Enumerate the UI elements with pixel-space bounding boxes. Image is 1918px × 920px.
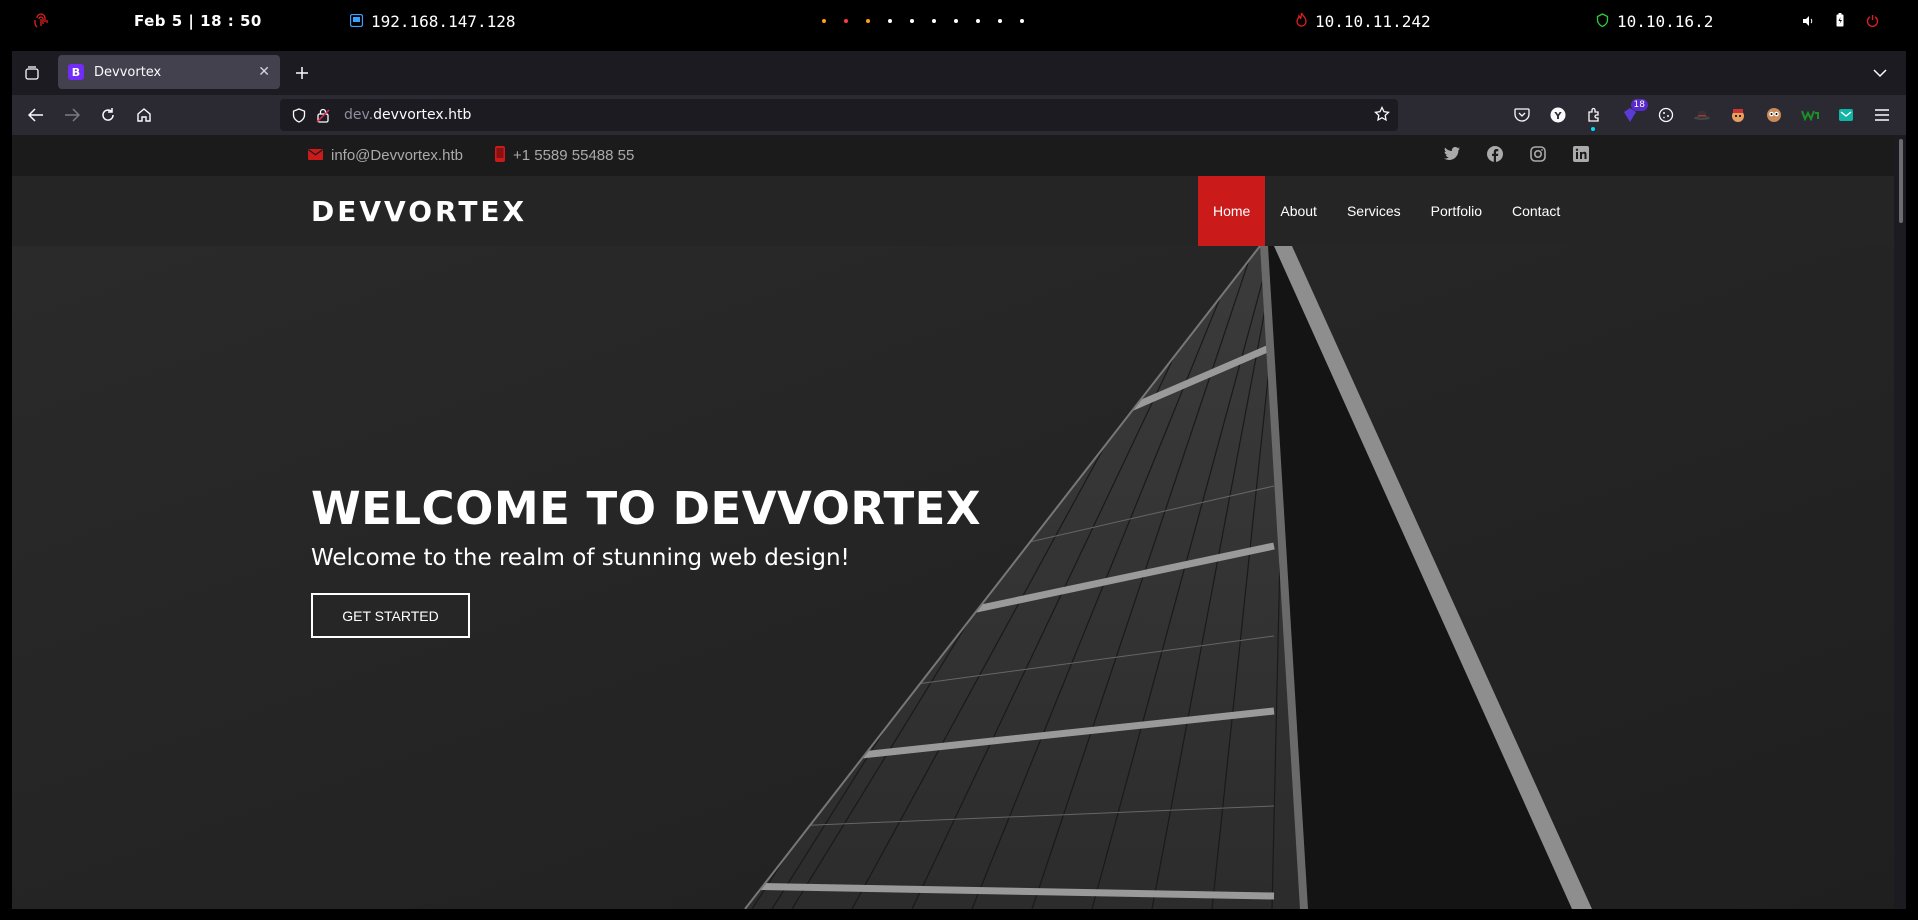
power-icon[interactable] — [1866, 12, 1879, 31]
clock: Feb 5 | 18 : 50 — [134, 12, 262, 30]
battery-icon[interactable] — [1836, 12, 1844, 31]
vpn-ip-text: 10.10.16.2 — [1617, 11, 1714, 31]
url-subdomain: dev. — [344, 107, 374, 123]
network-icon — [349, 12, 364, 31]
local-ip: 192.168.147.128 — [349, 0, 516, 42]
nav-portfolio[interactable]: Portfolio — [1416, 176, 1497, 246]
hero-content: WELCOME TO DEVVORTEX Welcome to the real… — [311, 481, 981, 638]
phone-icon — [494, 145, 505, 166]
tracking-shield-icon[interactable] — [290, 106, 308, 124]
extension-badge: 18 — [1630, 99, 1648, 111]
extensions-puzzle-icon[interactable] — [1582, 103, 1606, 131]
list-all-tabs-button[interactable] — [1868, 61, 1892, 85]
hero-subtitle: Welcome to the realm of stunning web des… — [311, 545, 850, 571]
workspace-dot[interactable] — [976, 19, 980, 23]
home-button[interactable] — [130, 101, 158, 129]
tab-strip: B Devvortex ✕ — [12, 51, 1906, 95]
workspace-dot[interactable] — [844, 19, 848, 23]
owl-extension-icon[interactable] — [1762, 103, 1786, 127]
bookmark-star-icon[interactable] — [1374, 105, 1390, 126]
facebook-icon[interactable] — [1487, 145, 1503, 166]
hero-section: WELCOME TO DEVVORTEX Welcome to the real… — [12, 246, 1894, 909]
wappalyzer-extension-icon[interactable] — [1798, 103, 1822, 127]
address-bar[interactable]: dev.devvortex.htb — [280, 99, 1398, 131]
yandex-extension-icon[interactable]: Y — [1546, 103, 1570, 127]
back-button[interactable] — [22, 101, 50, 129]
workspace-dot[interactable] — [1020, 19, 1024, 23]
workspace-dot[interactable] — [822, 19, 826, 23]
svg-text:Y: Y — [1553, 111, 1562, 122]
target-ip: 10.10.11.242 — [1296, 0, 1431, 42]
social-links — [1444, 135, 1589, 176]
vpn-ip: 10.10.16.2 — [1596, 0, 1713, 42]
workspace-dot[interactable] — [866, 19, 870, 23]
forward-button[interactable] — [58, 101, 86, 129]
volume-icon[interactable] — [1802, 12, 1814, 31]
mail-extension-icon[interactable] — [1834, 103, 1858, 127]
tab-active[interactable]: B Devvortex ✕ — [58, 55, 280, 89]
scrollbar-thumb[interactable] — [1899, 139, 1903, 223]
insecure-lock-icon[interactable] — [314, 106, 332, 124]
nav-about[interactable]: About — [1265, 176, 1332, 246]
contact-email[interactable]: info@Devvortex.htb — [331, 147, 463, 164]
local-ip-text: 192.168.147.128 — [371, 11, 516, 31]
workspace-dot[interactable] — [888, 19, 892, 23]
nav-toolbar: dev.devvortex.htb Y 18 — [12, 95, 1906, 135]
page-scrollbar[interactable] — [1894, 135, 1906, 909]
workspace-dot[interactable] — [932, 19, 936, 23]
arrow-left-icon — [28, 108, 43, 122]
avatar-extension-icon[interactable] — [1726, 103, 1750, 127]
new-tab-button[interactable] — [290, 61, 314, 85]
nav-services[interactable]: Services — [1332, 176, 1416, 246]
site-topbar: info@Devvortex.htb +1 5589 55488 55 — [12, 135, 1894, 176]
hero-title: WELCOME TO DEVVORTEX — [311, 482, 982, 535]
plus-icon — [296, 67, 308, 79]
ublock-extension-icon[interactable]: 18 — [1618, 99, 1648, 127]
tab-title: Devvortex — [94, 64, 162, 80]
hat-extension-icon[interactable] — [1690, 103, 1714, 127]
get-started-button[interactable]: GET STARTED — [311, 593, 470, 638]
contact-phone: +1 5589 55488 55 — [512, 147, 635, 164]
arrow-right-icon — [65, 108, 80, 122]
tab-list-button[interactable] — [18, 59, 46, 87]
reload-button[interactable] — [94, 101, 122, 129]
chevron-down-icon — [1873, 69, 1887, 78]
instagram-icon[interactable] — [1530, 145, 1546, 166]
workspace-dot[interactable] — [998, 19, 1002, 23]
pocket-icon[interactable] — [1510, 103, 1534, 127]
cookie-editor-icon[interactable] — [1654, 103, 1678, 127]
site-logo[interactable]: DEVVORTEX — [311, 176, 527, 246]
nav-contact[interactable]: Contact — [1497, 176, 1575, 246]
browser-window: B Devvortex ✕ dev.devvortex.htb Y 18 inf… — [12, 51, 1906, 909]
close-tab-icon[interactable]: ✕ — [258, 64, 270, 80]
contact-info: info@Devvortex.htb +1 5589 55488 55 — [308, 135, 634, 176]
flame-icon — [1296, 12, 1307, 31]
shield-check-icon — [1596, 12, 1609, 31]
target-ip-text: 10.10.11.242 — [1315, 11, 1431, 31]
site-header: DEVVORTEX Home About Services Portfolio … — [12, 176, 1894, 246]
twitter-icon[interactable] — [1444, 146, 1460, 164]
linkedin-icon[interactable] — [1573, 145, 1589, 166]
notification-dot — [1591, 127, 1595, 131]
main-nav: Home About Services Portfolio Contact — [1198, 176, 1575, 246]
reload-icon — [102, 108, 114, 121]
workspace-dot[interactable] — [954, 19, 958, 23]
system-tray — [1802, 0, 1879, 42]
tabs-icon — [25, 66, 39, 80]
bootstrap-favicon-icon: B — [68, 64, 84, 80]
fingerprint-icon[interactable] — [34, 0, 48, 42]
system-bar: Feb 5 | 18 : 50 192.168.147.128 10.10.11… — [0, 0, 1918, 42]
nav-home[interactable]: Home — [1198, 176, 1266, 246]
workspace-dot[interactable] — [910, 19, 914, 23]
envelope-icon — [308, 147, 323, 164]
workspace-indicators[interactable] — [822, 0, 1024, 42]
home-icon — [137, 108, 151, 122]
url-text[interactable]: dev.devvortex.htb — [344, 107, 471, 123]
hamburger-menu-icon[interactable] — [1870, 103, 1894, 127]
page-viewport: info@Devvortex.htb +1 5589 55488 55 DEVV… — [12, 135, 1906, 909]
url-domain: devvortex.htb — [373, 107, 472, 123]
